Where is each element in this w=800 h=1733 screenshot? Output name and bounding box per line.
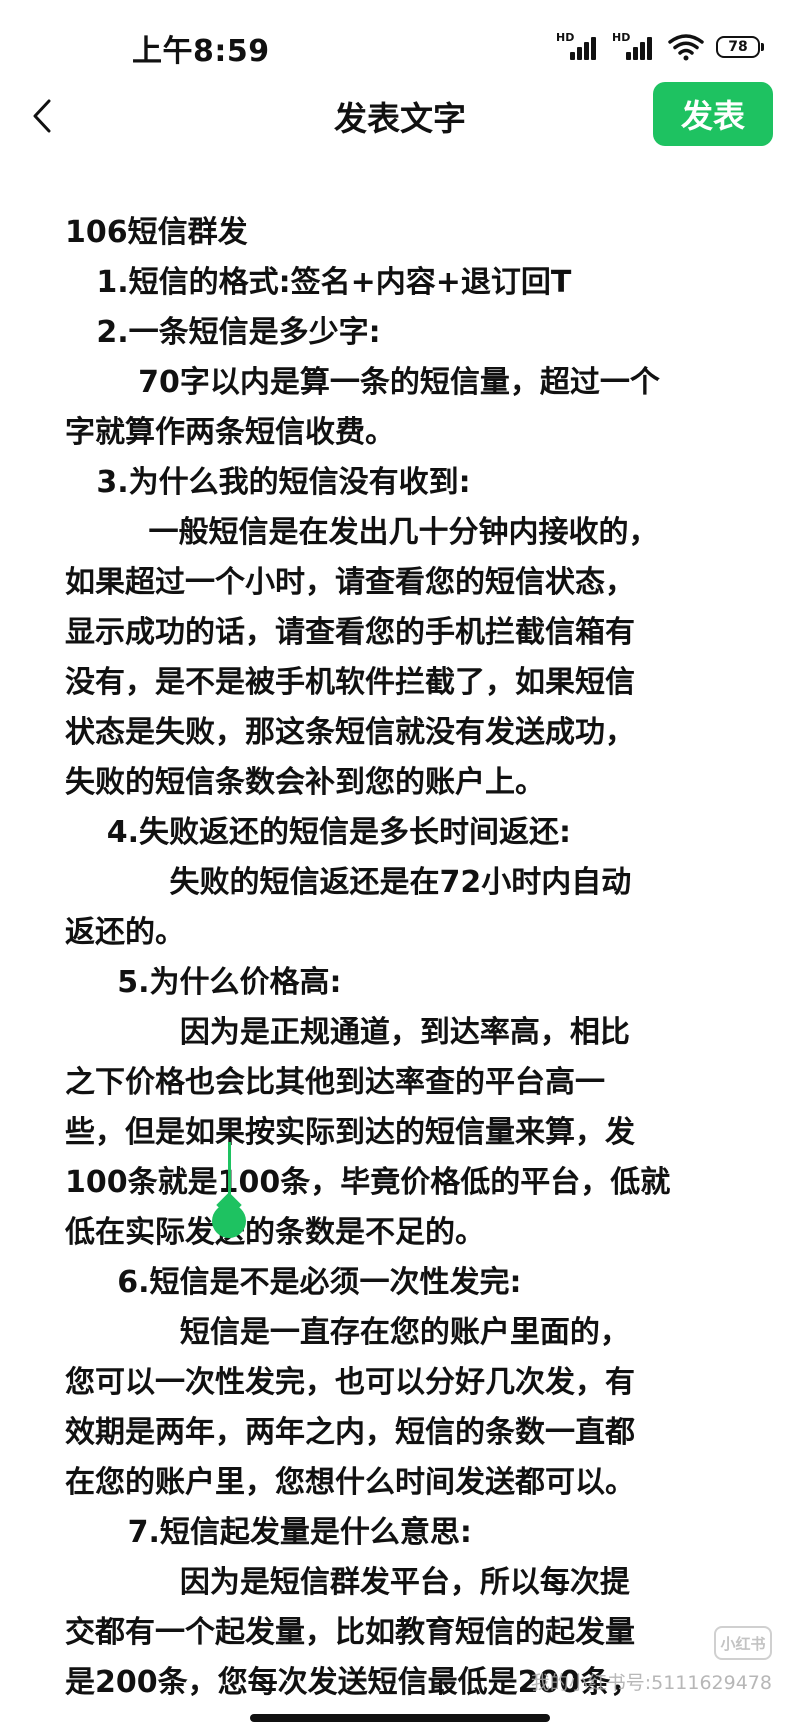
editor-line: 字就算作两条短信收费。 [65, 415, 395, 450]
cellular-signal-icon-2: HD [612, 32, 656, 62]
editor-line: 返还的。 [65, 915, 185, 950]
home-indicator[interactable] [250, 1714, 550, 1722]
signal-hd-label-2: HD [612, 31, 631, 44]
editor-line: 没有，是不是被手机软件拦截了，如果短信 [65, 665, 635, 700]
cellular-signal-icon: HD [556, 32, 600, 62]
editor-line: 之下价格也会比其他到达率查的平台高一 [65, 1065, 605, 1100]
editor-line: 低在实际发送的条数是不足的。 [65, 1215, 485, 1250]
editor-line: 状态是失败，那这条短信就没有发送成功， [65, 715, 635, 750]
editor-line: 在您的账户里，您想什么时间发送都可以。 [65, 1465, 635, 1500]
battery-level: 78 [728, 39, 748, 55]
editor-line: 效期是两年，两年之内，短信的条数一直都 [65, 1415, 635, 1450]
status-time: 上午8:59 [132, 34, 270, 69]
editor-line: 交都有一个起发量，比如教育短信的起发量 [65, 1615, 635, 1650]
signal-hd-label: HD [556, 31, 575, 44]
editor-line: 一般短信是在发出几十分钟内接收的， [65, 515, 659, 550]
status-icons: HD HD 78 [556, 30, 764, 64]
editor-line: 1.短信的格式:签名+内容+退订回T [65, 265, 572, 300]
editor-line: 6.短信是不是必须一次性发完: [65, 1265, 522, 1300]
editor-line: 100条就是100条，毕竟价格低的平台，低就 [65, 1165, 671, 1200]
editor-line: 您可以一次性发完，也可以分好几次发，有 [65, 1365, 635, 1400]
editor-line: 失败的短信返还是在72小时内自动 [65, 865, 632, 900]
header: 发表文字 发表 [0, 80, 800, 152]
cursor-handle[interactable] [212, 1204, 246, 1238]
editor-line: 如果超过一个小时，请查看您的短信状态， [65, 565, 635, 600]
watermark-text: 我的小红书号:5111629478 [530, 1672, 772, 1694]
editor-line: 因为是短信群发平台，所以每次提 [65, 1565, 630, 1600]
editor-line: 4.失败返还的短信是多长时间返还: [65, 815, 572, 850]
editor-line: 显示成功的话，请查看您的手机拦截信箱有 [65, 615, 635, 650]
editor-line: 因为是正规通道，到达率高，相比 [65, 1015, 630, 1050]
battery-icon: 78 [716, 36, 764, 58]
editor-line: 70字以内是算一条的短信量，超过一个 [65, 365, 660, 400]
publish-button[interactable]: 发表 [653, 82, 773, 146]
editor-line: 2.一条短信是多少字: [65, 315, 381, 350]
status-bar: 上午8:59 HD HD 78 [0, 0, 800, 92]
editor-line: 106短信群发 [65, 215, 248, 250]
wifi-icon [668, 34, 704, 61]
editor-line: 7.短信起发量是什么意思: [65, 1515, 472, 1550]
editor-line: 些，但是如果按实际到达的短信量来算，发 [65, 1115, 635, 1150]
editor-line: 失败的短信条数会补到您的账户上。 [65, 765, 545, 800]
editor-line: 5.为什么价格高: [65, 965, 342, 1000]
text-editor[interactable]: 106短信群发 1.短信的格式:签名+内容+退订回T 2.一条短信是多少字: 7… [65, 208, 745, 1708]
editor-line: 短信是一直存在您的账户里面的， [65, 1315, 630, 1350]
watermark-logo: 小红书 [714, 1626, 772, 1660]
editor-line: 3.为什么我的短信没有收到: [65, 465, 471, 500]
